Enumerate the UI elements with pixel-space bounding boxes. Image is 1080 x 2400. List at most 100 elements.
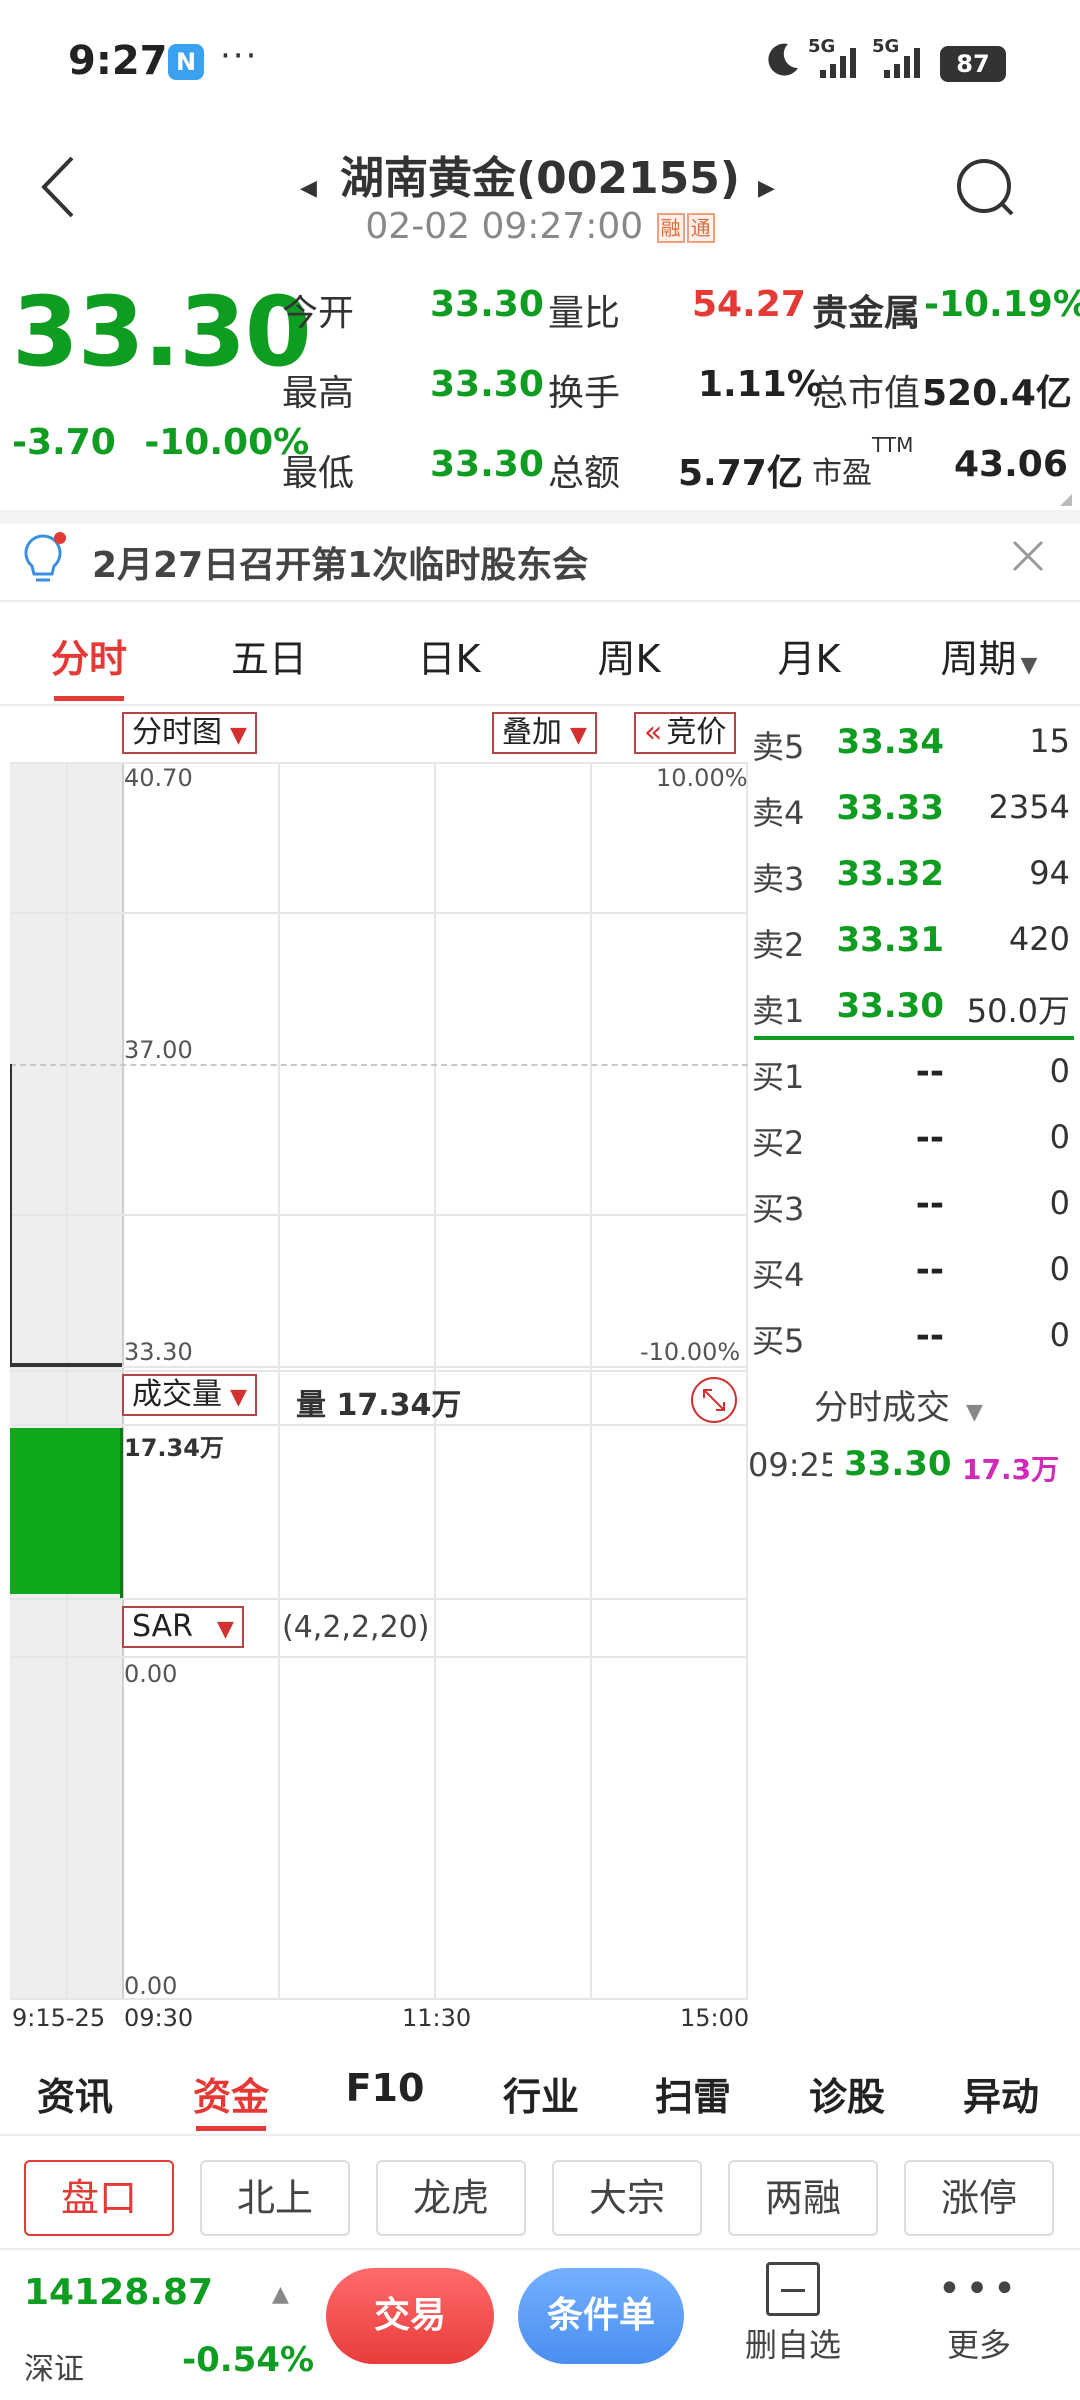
battery-icon: 87 <box>940 46 1006 82</box>
ticks-title[interactable]: 分时成交 ▼ <box>814 1380 983 1429</box>
dropdown-arrow-icon: ▼ <box>230 723 247 748</box>
bid4-volume: 0 <box>1049 1250 1070 1288</box>
next-stock-icon[interactable]: ▶ <box>758 176 775 201</box>
pe-value: 43.06 <box>954 444 1068 485</box>
bid2-price: -- <box>915 1118 944 1158</box>
turnover-value: 1.11% <box>698 364 823 405</box>
tab-news[interactable]: 资讯 <box>0 2066 150 2121</box>
remove-watchlist-button[interactable]: 删自选 <box>728 2262 858 2372</box>
tab-period[interactable]: 周期 ▼ <box>914 628 1064 683</box>
chip-margin[interactable]: 两融 <box>728 2160 878 2236</box>
notice-text[interactable]: 2月27日召开第1次临时股东会 <box>92 536 588 588</box>
ask5-price: 33.34 <box>836 722 944 762</box>
bid2-volume: 0 <box>1049 1118 1070 1156</box>
pe-label: 市盈TTM <box>812 433 914 491</box>
trade-button[interactable]: 交易 <box>326 2268 494 2364</box>
bid3-price: -- <box>915 1184 944 1224</box>
tab-industry[interactable]: 行业 <box>466 2066 616 2121</box>
price-change: -3.70 -10.00% <box>12 422 309 463</box>
corner-mark <box>1060 494 1072 506</box>
high-value: 33.30 <box>430 364 544 405</box>
moon-icon <box>762 40 802 80</box>
volume-ratio-label: 量比 <box>548 293 621 334</box>
tab-funds[interactable]: 资金 <box>156 2066 306 2121</box>
chip-limit-up[interactable]: 涨停 <box>904 2160 1054 2236</box>
expand-icon[interactable] <box>690 1376 738 1424</box>
pct-low-label: -10.00% <box>640 1338 741 1366</box>
bid-ask-separator <box>754 1036 1074 1040</box>
order-book: 卖5 33.34 15 卖4 33.33 2354 卖3 33.32 94 卖2… <box>748 706 1080 1366</box>
tick-row: 09:25 33.30 17.3万 <box>748 1444 1080 1494</box>
bid4-price: -- <box>915 1250 944 1290</box>
time-label-close: 15:00 <box>680 2004 750 2032</box>
signal-icon-2: 5G <box>872 36 934 82</box>
dropdown-arrow-icon: ▼ <box>570 723 587 748</box>
more-notifications-icon: ··· <box>220 36 259 76</box>
dropdown-arrow-icon: ▼ <box>216 1617 234 1642</box>
chip-northbound[interactable]: 北上 <box>200 2160 350 2236</box>
more-dots-icon: ••• <box>937 2266 1021 2312</box>
index-up-arrow-icon: ▲ <box>272 2282 289 2307</box>
index-value[interactable]: 14128.87 <box>24 2272 213 2313</box>
divider <box>0 600 1080 602</box>
ask1-volume: 50.0万 <box>966 992 1070 1030</box>
chip-block-trade[interactable]: 大宗 <box>552 2160 702 2236</box>
tab-active-underline <box>54 696 124 701</box>
more-label: 更多 <box>946 2326 1011 2364</box>
remove-watchlist-icon <box>766 2262 820 2316</box>
price-line <box>10 1064 12 1364</box>
volume-max-label: 17.34万 <box>124 1434 224 1462</box>
ask3-volume: 94 <box>1029 854 1070 892</box>
chip-order-book[interactable]: 盘口 <box>24 2160 174 2236</box>
intraday-chart[interactable]: 分时图 ▼ 叠加 ▼ «竞价 40.70 10.00% 37.00 33.30 -1… <box>0 706 750 2000</box>
tab-monthly-k[interactable]: 月K <box>734 628 884 683</box>
sector-change: -10.19% <box>924 284 1080 325</box>
condition-order-button[interactable]: 条件单 <box>518 2268 684 2364</box>
tab-diagnosis[interactable]: 诊股 <box>772 2066 922 2121</box>
volume-dropdown[interactable]: 成交量 ▼ <box>122 1374 257 1416</box>
sar-dropdown[interactable]: SAR ▼ <box>122 1606 244 1648</box>
chip-dragon-tiger[interactable]: 龙虎 <box>376 2160 526 2236</box>
sector-label[interactable]: 贵金属 <box>812 284 920 336</box>
index-change: -0.54% <box>182 2340 315 2380</box>
amount-value: 5.77亿 <box>678 453 803 494</box>
open-label: 今开 <box>282 293 355 334</box>
chevron-down-icon: ▼ <box>1020 653 1038 678</box>
ask4-volume: 2354 <box>988 788 1070 826</box>
tab-risk-scan[interactable]: 扫雷 <box>618 2066 768 2121</box>
close-notice-icon[interactable] <box>1010 538 1046 574</box>
dropdown-arrow-icon: ▼ <box>230 1385 247 1410</box>
divider <box>0 2134 1080 2136</box>
section-divider <box>0 510 1080 524</box>
tab-anomaly[interactable]: 异动 <box>926 2066 1076 2121</box>
open-value: 33.30 <box>430 284 544 325</box>
market-cap-label: 总市值 <box>812 373 921 414</box>
tab-intraday[interactable]: 分时 <box>14 628 164 683</box>
sar-low-label: 0.00 <box>124 1972 178 2000</box>
quote-time: 02-02 09:27:00 融通 <box>0 206 1080 247</box>
amount-label: 总额 <box>548 453 621 494</box>
index-name: 深证 <box>24 2352 84 2387</box>
chevron-down-icon: ▼ <box>966 1400 983 1425</box>
auction-toggle[interactable]: «竞价 <box>634 712 737 754</box>
ask4-price: 33.33 <box>836 788 944 828</box>
tab-daily-k[interactable]: 日K <box>374 628 524 683</box>
ask5-volume: 15 <box>1029 722 1070 760</box>
overlay-dropdown[interactable]: 叠加 ▼ <box>492 712 597 754</box>
tab-weekly-k[interactable]: 周K <box>554 628 704 683</box>
search-icon[interactable] <box>954 156 1018 220</box>
chart-type-dropdown[interactable]: 分时图 ▼ <box>122 712 257 754</box>
tab-f10[interactable]: F10 <box>310 2066 460 2110</box>
tab-five-day[interactable]: 五日 <box>194 628 344 683</box>
bid5-price: -- <box>915 1316 944 1356</box>
funds-underline <box>196 2126 266 2131</box>
time-label-open: 09:30 <box>124 2004 194 2032</box>
more-button[interactable]: ••• 更多 <box>914 2262 1044 2372</box>
ask3-price: 33.32 <box>836 854 944 894</box>
sar-high-label: 0.00 <box>124 1660 178 1688</box>
sar-params: (4,2,2,20) <box>282 1610 430 1645</box>
notice-bulb-icon <box>18 530 68 586</box>
tick-time: 09:25 <box>748 1446 832 1484</box>
bid3-volume: 0 <box>1049 1184 1070 1222</box>
pct-high-label: 10.00% <box>656 764 748 792</box>
